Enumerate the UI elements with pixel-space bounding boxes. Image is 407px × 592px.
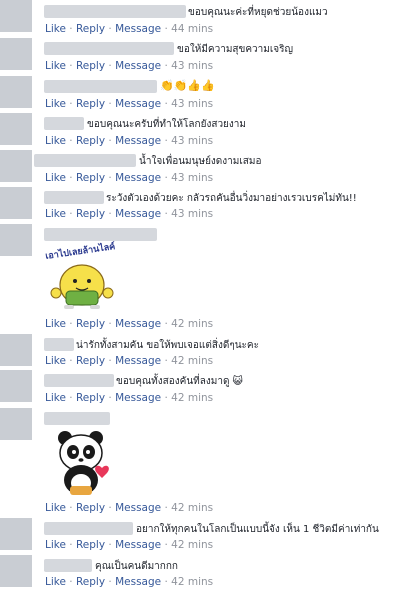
- reply-link[interactable]: Reply: [76, 392, 105, 404]
- timestamp[interactable]: 42 mins: [171, 392, 213, 404]
- comment-actions: Like · Reply · Message · 44 mins: [45, 23, 214, 35]
- message-link[interactable]: Message: [115, 392, 161, 404]
- commenter-name[interactable]: [34, 154, 136, 167]
- comment-actions: Like · Reply · Message · 42 mins: [45, 576, 214, 588]
- commenter-name[interactable]: [44, 338, 74, 351]
- message-link[interactable]: Message: [115, 355, 161, 367]
- sticker-image[interactable]: เอาไปเลยล้านไลค์: [44, 242, 120, 311]
- reply-link[interactable]: Reply: [76, 208, 105, 220]
- commenter-name[interactable]: [44, 117, 84, 130]
- message-link[interactable]: Message: [115, 539, 161, 551]
- reply-link[interactable]: Reply: [76, 135, 105, 147]
- commenter-name[interactable]: [44, 42, 174, 55]
- reply-link[interactable]: Reply: [76, 172, 105, 184]
- reply-link[interactable]: Reply: [76, 576, 105, 588]
- like-link[interactable]: Like: [45, 60, 66, 72]
- reply-link[interactable]: Reply: [76, 60, 105, 72]
- avatar[interactable]: [0, 408, 32, 440]
- avatar[interactable]: [0, 334, 32, 366]
- comment-text: ขอให้มีความสุขความเจริญ: [177, 44, 294, 55]
- comment-actions: Like · Reply · Message · 42 mins: [45, 539, 214, 551]
- reply-link[interactable]: Reply: [76, 318, 105, 330]
- comment-actions: Like · Reply · Message · 43 mins: [45, 172, 214, 184]
- like-link[interactable]: Like: [45, 318, 66, 330]
- avatar[interactable]: [0, 370, 32, 402]
- comment-text: น่ารักทั้งสามคัน ขอให้พบเจอแต่สิ่งดีๆนะค…: [76, 340, 259, 351]
- avatar[interactable]: [0, 38, 32, 70]
- message-link[interactable]: Message: [115, 502, 161, 514]
- avatar[interactable]: [0, 555, 32, 587]
- avatar[interactable]: [0, 113, 32, 145]
- timestamp[interactable]: 42 mins: [171, 355, 213, 367]
- avatar[interactable]: [0, 187, 32, 219]
- comment-actions: Like · Reply · Message · 42 mins: [45, 392, 214, 404]
- message-link[interactable]: Message: [115, 172, 161, 184]
- message-link[interactable]: Message: [115, 23, 161, 35]
- like-link[interactable]: Like: [45, 576, 66, 588]
- commenter-name[interactable]: [44, 522, 133, 535]
- message-link[interactable]: Message: [115, 135, 161, 147]
- timestamp[interactable]: 42 mins: [171, 539, 213, 551]
- like-link[interactable]: Like: [45, 23, 66, 35]
- comment-text: 👏👏👍👍: [160, 79, 215, 92]
- timestamp[interactable]: 42 mins: [171, 318, 213, 330]
- commenter-name[interactable]: [44, 191, 104, 204]
- timestamp[interactable]: 43 mins: [171, 135, 213, 147]
- message-link[interactable]: Message: [115, 60, 161, 72]
- commenter-name[interactable]: [44, 374, 114, 387]
- sticker-image[interactable]: [54, 428, 116, 498]
- avatar[interactable]: [0, 0, 32, 32]
- timestamp[interactable]: 43 mins: [171, 208, 213, 220]
- like-link[interactable]: Like: [45, 539, 66, 551]
- comment-text: ขอบคุณนะครับที่ทำให้โลกยังสวยงาม: [87, 119, 247, 130]
- commenter-name[interactable]: [44, 5, 186, 18]
- timestamp[interactable]: 44 mins: [171, 23, 213, 35]
- like-link[interactable]: Like: [45, 355, 66, 367]
- commenter-name[interactable]: [44, 412, 110, 425]
- comment-text: คุณเป็นคนดีมากกก: [95, 561, 178, 572]
- reply-link[interactable]: Reply: [76, 98, 105, 110]
- avatar[interactable]: [0, 150, 32, 182]
- timestamp[interactable]: 43 mins: [171, 172, 213, 184]
- comment-text: ระวังตัวเองด้วยคะ กลัวรถคันอื่นวิ่งมาอย่…: [106, 193, 357, 204]
- comment-text: อยากให้ทุกคนในโลกเป็นแบบนี้จัง เห็น 1 ชี…: [136, 524, 379, 535]
- comment-actions: Like · Reply · Message · 43 mins: [45, 98, 214, 110]
- avatar[interactable]: [0, 224, 32, 256]
- timestamp[interactable]: 43 mins: [171, 60, 213, 72]
- like-link[interactable]: Like: [45, 135, 66, 147]
- like-link[interactable]: Like: [45, 172, 66, 184]
- comment-actions: Like · Reply · Message · 43 mins: [45, 208, 214, 220]
- timestamp[interactable]: 42 mins: [171, 576, 213, 588]
- commenter-name[interactable]: [44, 559, 92, 572]
- avatar[interactable]: [0, 76, 32, 108]
- message-link[interactable]: Message: [115, 576, 161, 588]
- reply-link[interactable]: Reply: [76, 23, 105, 35]
- panda-sticker-icon: [58, 431, 109, 495]
- comment-actions: Like · Reply · Message · 43 mins: [45, 135, 214, 147]
- like-link[interactable]: Like: [45, 98, 66, 110]
- comment-text: น้ำใจเพื่อนมนุษย์งดงามเสมอ: [139, 156, 262, 167]
- message-link[interactable]: Message: [115, 318, 161, 330]
- like-link[interactable]: Like: [45, 392, 66, 404]
- reply-link[interactable]: Reply: [76, 539, 105, 551]
- message-link[interactable]: Message: [115, 208, 161, 220]
- like-link[interactable]: Like: [45, 208, 66, 220]
- message-link[interactable]: Message: [115, 98, 161, 110]
- comment-actions: Like · Reply · Message · 42 mins: [45, 502, 214, 514]
- commenter-name[interactable]: [44, 80, 157, 93]
- reply-link[interactable]: Reply: [76, 502, 105, 514]
- reply-link[interactable]: Reply: [76, 355, 105, 367]
- like-link[interactable]: Like: [45, 502, 66, 514]
- comment-actions: Like · Reply · Message · 43 mins: [45, 60, 214, 72]
- comment-text: ขอบคุณทั้งสองคันที่ลงมาดู 😺: [116, 376, 244, 387]
- comment-actions: Like · Reply · Message · 42 mins: [45, 318, 214, 330]
- timestamp[interactable]: 43 mins: [171, 98, 213, 110]
- avatar[interactable]: [0, 518, 32, 550]
- comment-actions: Like · Reply · Message · 42 mins: [45, 355, 214, 367]
- comment-text: ขอบคุณนะค่ะที่หยุดช่วยน้องแมว: [188, 7, 328, 18]
- timestamp[interactable]: 42 mins: [171, 502, 213, 514]
- commenter-name[interactable]: [44, 228, 157, 241]
